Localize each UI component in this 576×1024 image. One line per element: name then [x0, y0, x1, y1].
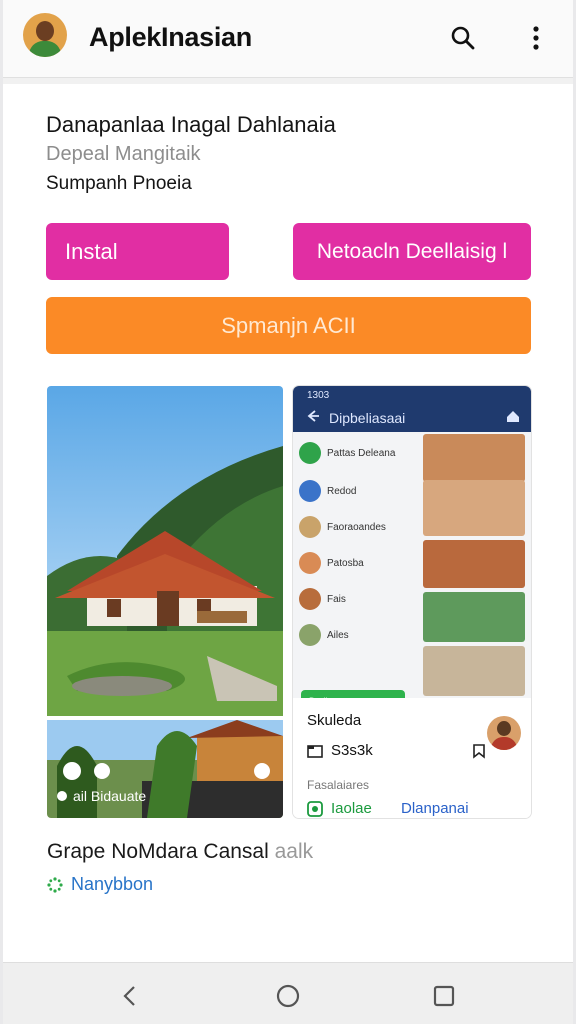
thumbnail: [423, 480, 525, 536]
open-button[interactable]: Spmanjn ACII: [46, 297, 531, 354]
screenshot-card-house[interactable]: ail Bidauate: [47, 386, 283, 818]
status-time: 1303: [307, 390, 330, 401]
house-photo: [47, 386, 283, 818]
tag-blue[interactable]: Dlanpanai: [401, 800, 469, 817]
screenshot-content: Pattas Deleana Redod Faoraoandes Patosba…: [293, 432, 531, 712]
nav-recents-icon[interactable]: [427, 979, 461, 1013]
search-icon[interactable]: [445, 20, 481, 56]
divider: [3, 78, 573, 84]
app-size-text: S3s3k: [331, 742, 373, 759]
thumbnail: [423, 540, 525, 588]
bookmark-icon[interactable]: [471, 743, 487, 759]
tag-green-text: Iaolae: [331, 800, 372, 817]
list-item: Ailes: [299, 614, 441, 656]
back-arrow-icon: [307, 410, 319, 422]
app-category: Sumpanh Pnoeia: [46, 173, 192, 194]
app-title: AplekInasian: [89, 22, 252, 52]
install-button[interactable]: Instal: [46, 223, 229, 280]
list-item: Pattas Deleana: [299, 432, 441, 474]
folder-icon: [307, 744, 323, 758]
section-title: Grape NoMdara Cansal aalk: [47, 840, 313, 864]
app-developer: Depeal Mangitaik: [46, 143, 201, 165]
section-link-text: Nanybbon: [71, 874, 154, 894]
section-link[interactable]: Nanybbon: [47, 874, 153, 895]
app-headline: Danapanlaa Inagal Dahlanaia: [46, 112, 336, 137]
app-size: S3s3k: [307, 742, 487, 759]
avatar[interactable]: [23, 13, 67, 57]
section-title-faint: aalk: [274, 840, 314, 863]
check-badge-icon: [307, 800, 323, 817]
nav-back-icon[interactable]: [113, 979, 147, 1013]
thumbnail: [423, 646, 525, 696]
screenshot-card-app[interactable]: 1303 Dipbeliasaai Pattas Deleana Redod F…: [293, 386, 531, 818]
gallery-icon: [57, 791, 67, 801]
app-name: Skuleda: [307, 712, 362, 729]
network-button[interactable]: Netoacln Deellaisig l: [293, 223, 531, 280]
screenshot-title: Dipbeliasaai: [329, 410, 406, 426]
developer-avatar: [487, 716, 521, 750]
app-bar: AplekInasian: [3, 0, 573, 78]
thumbnail: [423, 592, 525, 642]
photo-caption: ail Bidauate: [57, 788, 146, 804]
home-icon: [507, 411, 519, 422]
sparkle-icon: [47, 876, 63, 893]
app-info: Skuleda S3s3k Fasalaiares Iaolae Dlanpan…: [293, 698, 531, 818]
app-subtitle: Fasalaiares: [307, 778, 370, 792]
section-title-text: Grape NoMdara Cansal: [47, 840, 269, 863]
more-vert-icon[interactable]: [518, 20, 554, 56]
tag-green[interactable]: Iaolae: [307, 800, 372, 817]
system-nav-bar: [3, 962, 573, 1024]
photo-caption-text: ail Bidauate: [73, 788, 147, 804]
thumbnail: [423, 434, 525, 482]
nav-home-icon[interactable]: [271, 979, 305, 1013]
app-frame: AplekInasian Danapanlaa Inagal Dahlanaia…: [3, 0, 573, 1024]
